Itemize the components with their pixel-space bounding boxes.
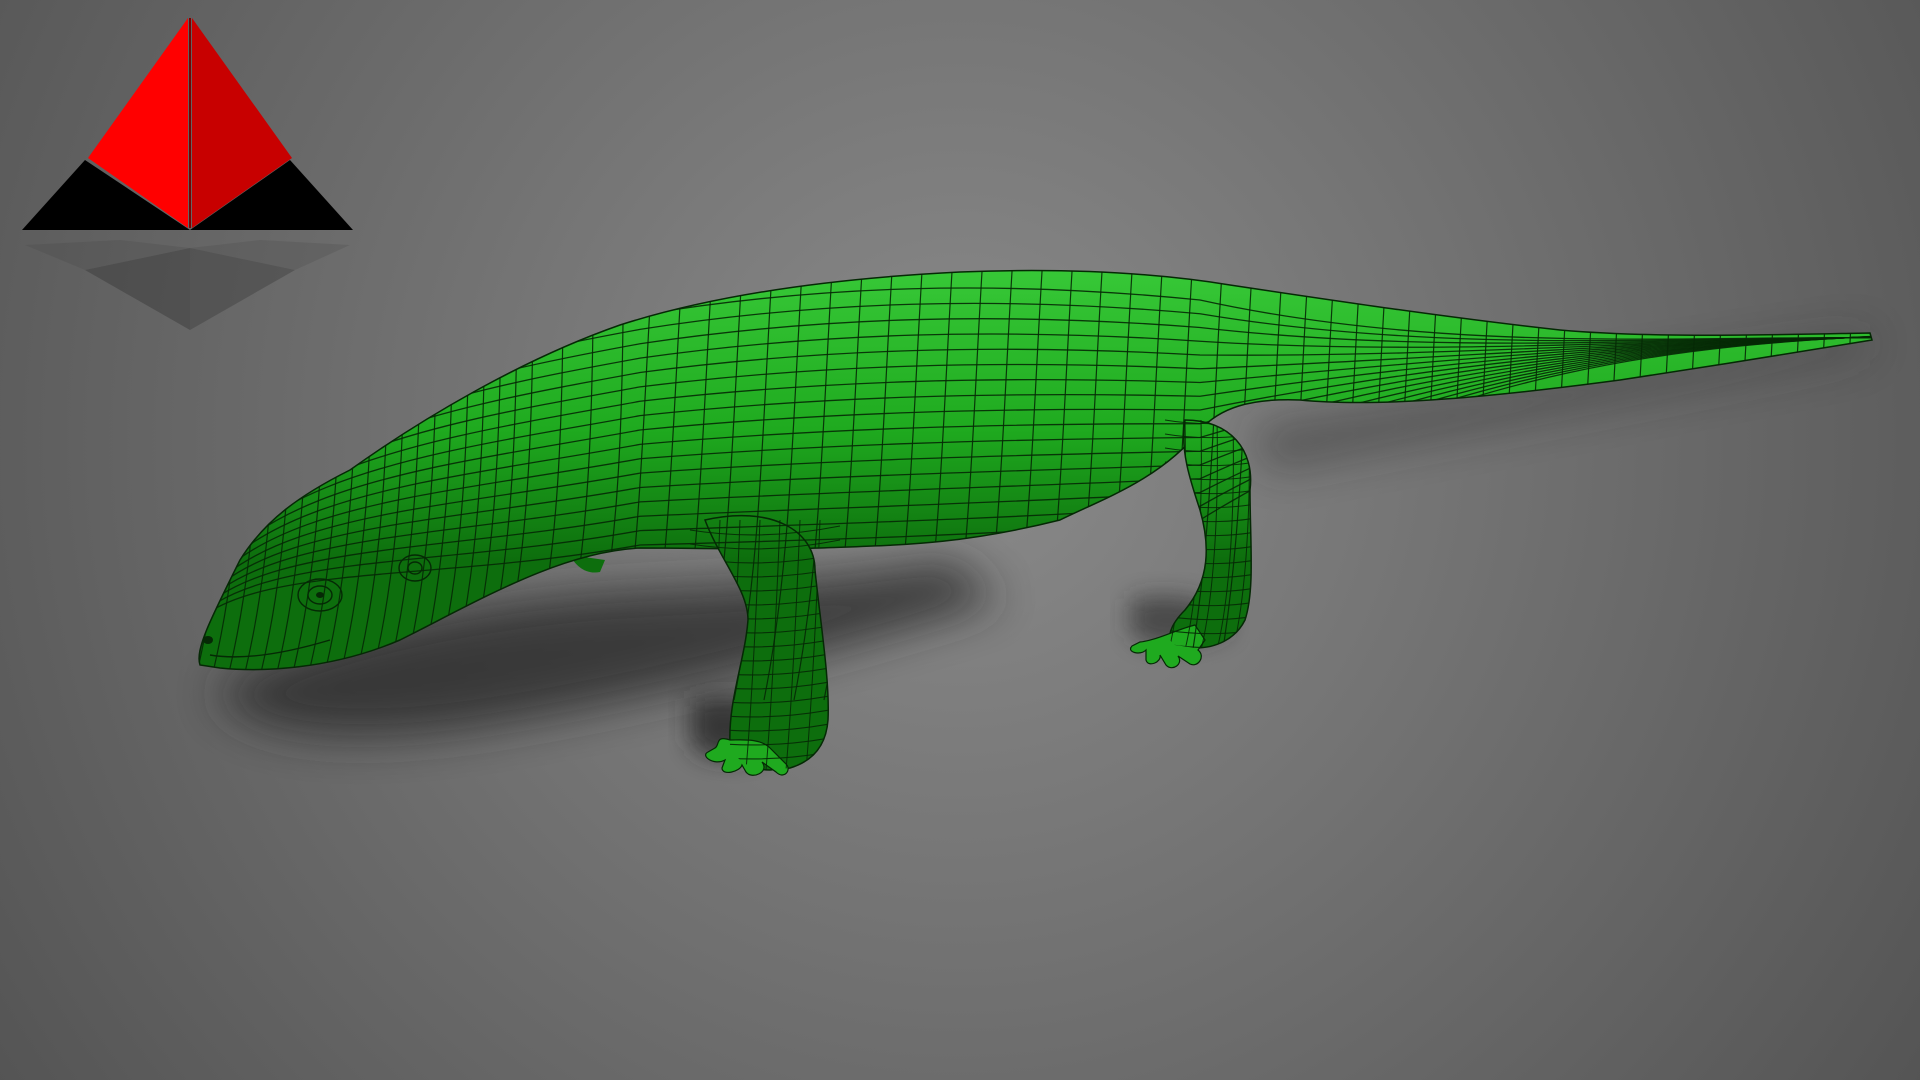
render-viewport [0, 0, 1920, 1080]
lizard-nostril [203, 636, 213, 644]
render-scene [0, 0, 1920, 1080]
